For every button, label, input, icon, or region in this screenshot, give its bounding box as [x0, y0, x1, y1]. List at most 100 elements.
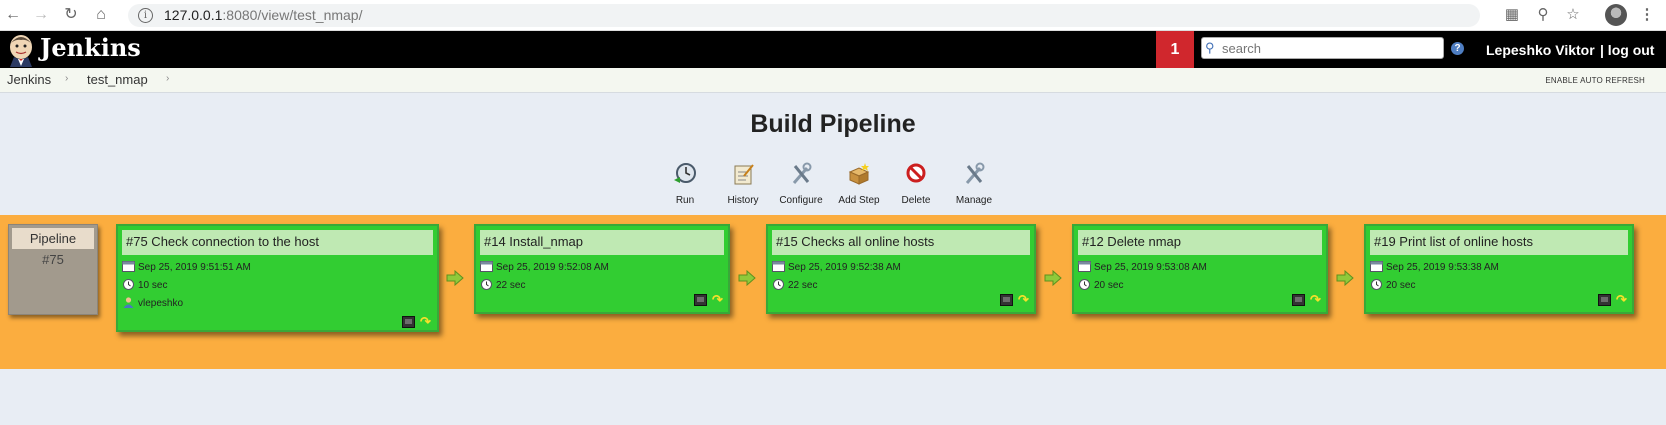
build-card[interactable]: #12 Delete nmap Sep 25, 2019 9:53:08 AM …	[1072, 224, 1328, 314]
retry-arrow-icon[interactable]: ↷	[1018, 293, 1032, 306]
calendar-icon	[480, 261, 493, 272]
console-icon[interactable]	[1598, 294, 1611, 306]
manage-tools-icon	[965, 162, 985, 184]
build-date-text: Sep 25, 2019 9:52:08 AM	[496, 262, 609, 273]
delete-label: Delete	[901, 195, 931, 206]
clock-icon	[773, 279, 784, 290]
build-card[interactable]: #15 Checks all online hosts Sep 25, 2019…	[766, 224, 1036, 314]
add-step-box-icon	[848, 163, 870, 185]
build-card[interactable]: #14 Install_nmap Sep 25, 2019 9:52:08 AM…	[474, 224, 730, 314]
menu-dots-icon[interactable]: ⋮	[1637, 5, 1657, 23]
clock-icon	[1079, 279, 1090, 290]
breadcrumb: Jenkins › test_nmap › ENABLE AUTO REFRES…	[0, 68, 1666, 93]
profile-avatar[interactable]	[1605, 4, 1627, 26]
build-user: vlepeshko	[122, 297, 183, 309]
history-button[interactable]: History	[715, 160, 771, 206]
build-date: Sep 25, 2019 9:51:51 AM	[122, 261, 251, 273]
delete-button[interactable]: Delete	[888, 160, 944, 206]
retry-arrow-icon[interactable]: ↷	[1310, 293, 1324, 306]
configure-tools-icon	[792, 162, 812, 184]
breadcrumb-test-nmap[interactable]: test_nmap	[87, 72, 148, 87]
build-duration-text: 22 sec	[788, 280, 818, 291]
build-date: Sep 25, 2019 9:52:38 AM	[772, 261, 901, 273]
build-duration-text: 22 sec	[496, 280, 526, 291]
add-step-label: Add Step	[838, 195, 880, 206]
search-icon: ⚲	[1205, 40, 1215, 55]
manage-label: Manage	[955, 195, 993, 206]
notification-badge[interactable]: 1	[1156, 31, 1194, 68]
history-label: History	[727, 195, 759, 206]
calendar-icon	[1078, 261, 1091, 272]
build-duration: 10 sec	[122, 279, 167, 291]
build-date-text: Sep 25, 2019 9:51:51 AM	[138, 262, 251, 273]
console-icon[interactable]	[1000, 294, 1013, 306]
build-duration: 22 sec	[772, 279, 817, 291]
delete-forbidden-icon	[906, 163, 926, 183]
url-text[interactable]: 127.0.0.1:8080/view/test_nmap/	[164, 7, 362, 23]
build-title[interactable]: #12 Delete nmap	[1078, 230, 1322, 255]
build-card[interactable]: #75 Check connection to the host Sep 25,…	[116, 224, 439, 332]
build-date-text: Sep 25, 2019 9:53:38 AM	[1386, 262, 1499, 273]
info-icon[interactable]: i	[138, 8, 153, 23]
run-label: Run	[675, 195, 695, 206]
build-title[interactable]: #14 Install_nmap	[480, 230, 724, 255]
retry-arrow-icon[interactable]: ↷	[420, 315, 434, 328]
add-step-button[interactable]: Add Step	[831, 160, 887, 206]
build-date: Sep 25, 2019 9:53:38 AM	[1370, 261, 1499, 273]
build-duration: 22 sec	[480, 279, 525, 291]
reload-icon[interactable]: ↻	[60, 4, 82, 26]
run-button[interactable]: Run	[657, 160, 713, 206]
build-card[interactable]: #19 Print list of online hosts Sep 25, 2…	[1364, 224, 1634, 314]
history-notepad-icon	[734, 164, 754, 185]
help-icon[interactable]: ?	[1451, 42, 1464, 55]
user-link[interactable]: Lepeshko Viktor	[1486, 42, 1595, 58]
retry-arrow-icon[interactable]: ↷	[712, 293, 726, 306]
pipeline-header-box[interactable]: Pipeline #75	[8, 224, 98, 315]
browser-toolbar: ← → ↻ ⌂ i 127.0.0.1:8080/view/test_nmap/…	[0, 0, 1666, 31]
build-title[interactable]: #19 Print list of online hosts	[1370, 230, 1628, 255]
forward-icon[interactable]: →	[30, 4, 52, 26]
breadcrumb-arrow-icon[interactable]: ›	[65, 73, 68, 84]
build-title[interactable]: #15 Checks all online hosts	[772, 230, 1030, 255]
build-date: Sep 25, 2019 9:52:08 AM	[480, 261, 609, 273]
zoom-icon[interactable]: ⚲	[1533, 5, 1553, 23]
retry-arrow-icon[interactable]: ↷	[1616, 293, 1630, 306]
manage-button[interactable]: Manage	[946, 160, 1002, 206]
build-date-text: Sep 25, 2019 9:52:38 AM	[788, 262, 901, 273]
run-clock-icon	[674, 163, 696, 183]
jenkins-logo-text[interactable]: Jenkins	[40, 33, 141, 62]
console-icon[interactable]	[402, 316, 415, 328]
build-date-text: Sep 25, 2019 9:53:08 AM	[1094, 262, 1207, 273]
search-box: ⚲	[1201, 37, 1444, 59]
search-input[interactable]	[1220, 39, 1440, 57]
breadcrumb-arrow-icon[interactable]: ›	[166, 73, 169, 84]
build-duration-text: 20 sec	[1386, 280, 1416, 291]
back-icon[interactable]: ←	[2, 4, 24, 26]
jenkins-butler-logo[interactable]	[6, 33, 36, 67]
logout-link[interactable]: | log out	[1600, 42, 1654, 58]
pipeline-arrow-icon	[1336, 270, 1354, 286]
clock-icon	[1371, 279, 1382, 290]
translate-icon[interactable]: ▦	[1502, 5, 1522, 23]
home-icon[interactable]: ⌂	[90, 4, 112, 26]
console-icon[interactable]	[694, 294, 707, 306]
configure-button[interactable]: Configure	[773, 160, 829, 206]
build-user-text[interactable]: vlepeshko	[138, 298, 183, 309]
pipeline-arrow-icon	[738, 270, 756, 286]
build-date: Sep 25, 2019 9:53:08 AM	[1078, 261, 1207, 273]
breadcrumb-jenkins[interactable]: Jenkins	[7, 72, 51, 87]
calendar-icon	[772, 261, 785, 272]
calendar-icon	[1370, 261, 1383, 272]
bookmark-star-icon[interactable]: ☆	[1563, 5, 1583, 23]
pipeline-arrow-icon	[446, 270, 464, 286]
console-icon[interactable]	[1292, 294, 1305, 306]
build-duration: 20 sec	[1370, 279, 1415, 291]
build-duration-text: 10 sec	[138, 280, 168, 291]
user-icon	[123, 297, 134, 308]
pipeline-arrow-icon	[1044, 270, 1062, 286]
configure-label: Configure	[779, 195, 823, 206]
address-bar[interactable]: i 127.0.0.1:8080/view/test_nmap/	[128, 4, 1480, 27]
enable-auto-refresh-link[interactable]: ENABLE AUTO REFRESH	[1545, 76, 1645, 85]
pipeline-number[interactable]: #75	[9, 252, 97, 267]
build-title[interactable]: #75 Check connection to the host	[122, 230, 433, 255]
